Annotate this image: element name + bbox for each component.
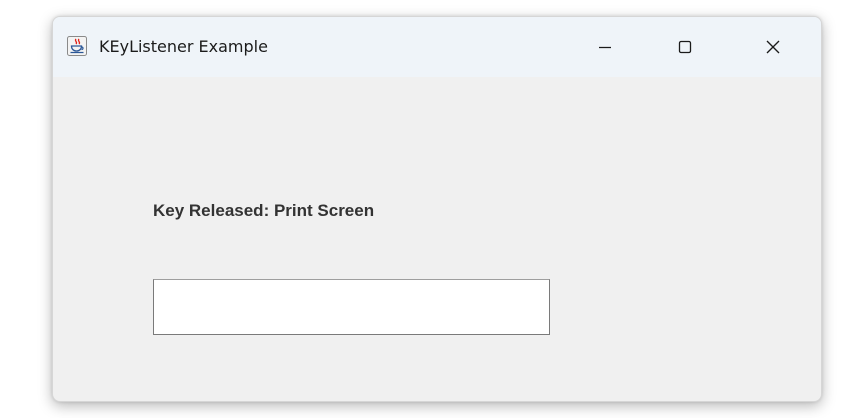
close-button[interactable] — [738, 17, 808, 77]
close-icon — [765, 39, 781, 55]
maximize-icon — [677, 39, 693, 55]
minimize-icon — [597, 39, 613, 55]
window-title: KEyListener Example — [99, 37, 268, 56]
java-cup-icon — [67, 36, 87, 56]
key-status-label: Key Released: Print Screen — [153, 201, 375, 220]
maximize-button[interactable] — [650, 17, 720, 77]
minimize-button[interactable] — [570, 17, 640, 77]
desktop: KEyListener Example Key Released: Print … — [0, 0, 849, 418]
key-input-field[interactable] — [153, 279, 550, 335]
content-pane: Key Released: Print Screen — [53, 77, 821, 401]
title-bar[interactable]: KEyListener Example — [53, 17, 821, 77]
app-window: KEyListener Example Key Released: Print … — [52, 16, 822, 402]
